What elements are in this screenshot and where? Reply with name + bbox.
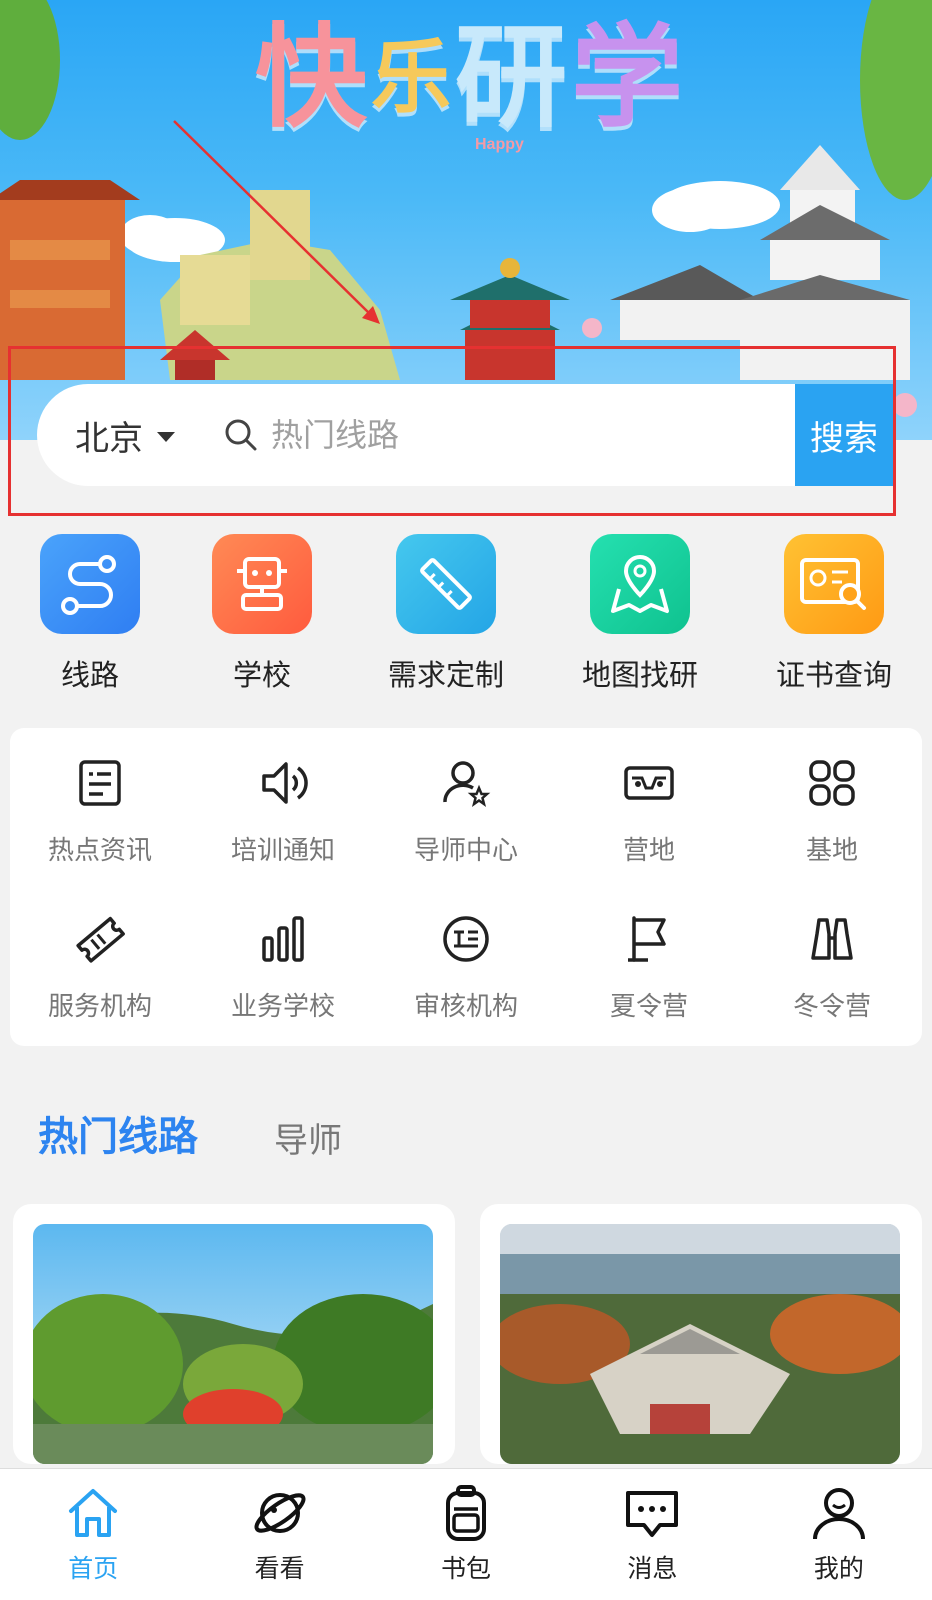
bar-chart-icon [262,916,304,962]
feature-grid: 热点资讯 培训通知 导师中心 营地 基地 服务机构 业务学校 审核机构 夏令营 … [10,728,922,1046]
tabbar-item-profile[interactable]: 我的 [746,1469,932,1600]
tabbar-label: 看看 [254,1554,305,1583]
route-image [33,1224,433,1464]
text-circle-icon [443,916,489,962]
message-icon [626,1491,679,1537]
search-icon [225,419,257,451]
grid-item-label: 夏令营 [609,992,688,1022]
tab-mentor[interactable]: 导师 [274,1113,342,1162]
bottom-tabbar: 首页 看看 书包 消息 我的 [0,1468,932,1600]
banner-title-char: 快 [255,13,367,143]
grid-item-label: 培训通知 [230,836,335,866]
user-icon [812,1488,865,1540]
grid-item-summer-camp[interactable]: 夏令营 [569,912,729,1023]
banner-title-char: 乐 [371,31,451,124]
home-icon [69,1489,118,1537]
grid-item-base[interactable]: 基地 [752,756,912,867]
grid-item-label: 基地 [805,836,858,866]
search-button[interactable]: 搜索 [795,384,893,486]
search-field [223,384,893,486]
grid-item-winter-camp[interactable]: 冬令营 [752,912,912,1023]
map-pin-icon [590,534,690,634]
tab-hot-routes[interactable]: 热门线路 [38,1104,198,1162]
grid-item-review-org[interactable]: 审核机构 [386,912,546,1023]
route-card[interactable] [480,1204,922,1464]
robot-icon [212,534,312,634]
banner-logo-title: 快 乐 研 学 Happy [255,13,683,168]
grid-item-label: 营地 [622,836,675,866]
quick-entry-route[interactable]: 线路 [0,534,180,694]
grid-item-label: 热点资讯 [47,836,152,866]
grid-item-training[interactable]: 培训通知 [203,756,363,867]
tabbar-item-home[interactable]: 首页 [0,1469,186,1600]
grid-item-service-org[interactable]: 服务机构 [20,912,180,1023]
tabbar-label: 书包 [441,1554,492,1583]
tabbar-label: 首页 [68,1554,119,1583]
mentor-icon [443,761,491,807]
tabbar-label: 消息 [627,1554,678,1583]
quick-entry-school[interactable]: 学校 [172,534,352,694]
city-label: 北京 [75,418,143,459]
quick-entry-certificate[interactable]: 证书查询 [744,534,924,694]
planet-icon [254,1493,306,1533]
route-icon [40,534,140,634]
grid-item-news[interactable]: 热点资讯 [20,756,180,867]
tabbar-item-backpack[interactable]: 书包 [373,1469,559,1600]
quick-entry-label: 需求定制 [387,658,504,692]
flag-icon [628,916,666,962]
banner-title-char: 学 [571,13,683,143]
apps-icon [809,760,855,806]
city-selector[interactable]: 北京 [75,411,175,460]
tabbar-label: 我的 [813,1554,864,1583]
content-tabs: 热门线路 导师 [38,1104,342,1162]
grid-item-business-school[interactable]: 业务学校 [203,912,363,1023]
certificate-icon [784,534,884,634]
route-card[interactable] [13,1204,455,1464]
backpack-icon [446,1485,487,1541]
quick-entry-map[interactable]: 地图找研 [550,534,730,694]
tabbar-item-explore[interactable]: 看看 [186,1469,372,1600]
quick-entry-label: 线路 [60,658,119,692]
banner-subtitle: Happy [475,136,524,153]
search-input[interactable] [271,416,731,454]
grid-item-label: 冬令营 [792,992,871,1022]
grid-item-mentor[interactable]: 导师中心 [386,756,546,867]
speaker-icon [262,762,308,804]
hero-banner: 快 乐 研 学 Happy [0,0,932,440]
ticket-icon [76,916,125,963]
quick-entry-label: 学校 [232,658,291,692]
grid-item-label: 审核机构 [413,992,518,1022]
tabbar-item-messages[interactable]: 消息 [559,1469,745,1600]
news-icon [79,760,121,806]
quick-entry-custom[interactable]: 需求定制 [356,534,536,694]
grid-item-label: 业务学校 [230,992,335,1022]
search-bar: 北京 搜索 [37,384,893,486]
quick-entries: 线路 学校 需求定制 地图找研 证书查询 [0,534,932,694]
banner-title-char: 研 [455,13,567,143]
grid-item-camp[interactable]: 营地 [569,756,729,867]
route-image [500,1224,900,1464]
quick-entry-label: 证书查询 [775,658,892,692]
binoculars-icon [811,918,853,960]
grid-item-label: 服务机构 [47,992,152,1022]
caret-down-icon [157,432,175,442]
pencil-ruler-icon [396,534,496,634]
quick-entry-label: 地图找研 [581,658,698,692]
grid-item-label: 导师中心 [413,836,518,866]
vr-glasses-icon [624,766,674,800]
